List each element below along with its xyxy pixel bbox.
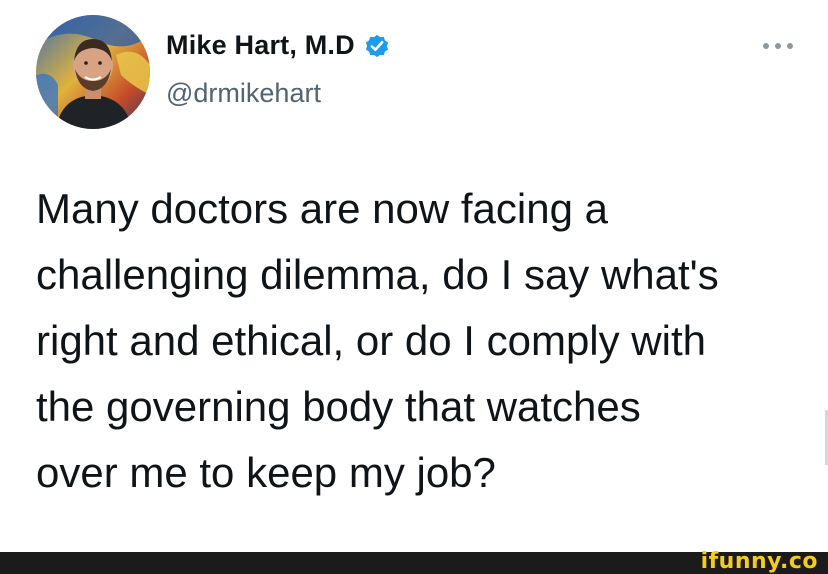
tweet-text-line: right and ethical, or do I comply with: [36, 317, 706, 364]
verified-badge-icon: [363, 32, 391, 60]
watermark-bar: ifunny.co: [0, 549, 828, 574]
tweet-text: Many doctors are now facing a challengin…: [36, 176, 806, 506]
tweet-text-line: over me to keep my job?: [36, 449, 496, 496]
tweet-card: Mike Hart, M.D @drmikehart Many doctors …: [0, 0, 828, 552]
author-avatar[interactable]: [36, 15, 150, 129]
author-name-row: Mike Hart, M.D: [166, 30, 391, 61]
tweet-text-line: challenging dilemma, do I say what's: [36, 251, 719, 298]
author-handle[interactable]: @drmikehart: [166, 78, 321, 109]
avatar-photo: [36, 15, 150, 129]
tweet-text-line: Many doctors are now facing a: [36, 185, 608, 232]
tweet-text-line: the governing body that watches: [36, 383, 641, 430]
ifunny-watermark-logo: ifunny.co: [700, 549, 818, 574]
author-display-name[interactable]: Mike Hart, M.D: [166, 30, 355, 61]
more-options-icon[interactable]: [758, 34, 798, 58]
